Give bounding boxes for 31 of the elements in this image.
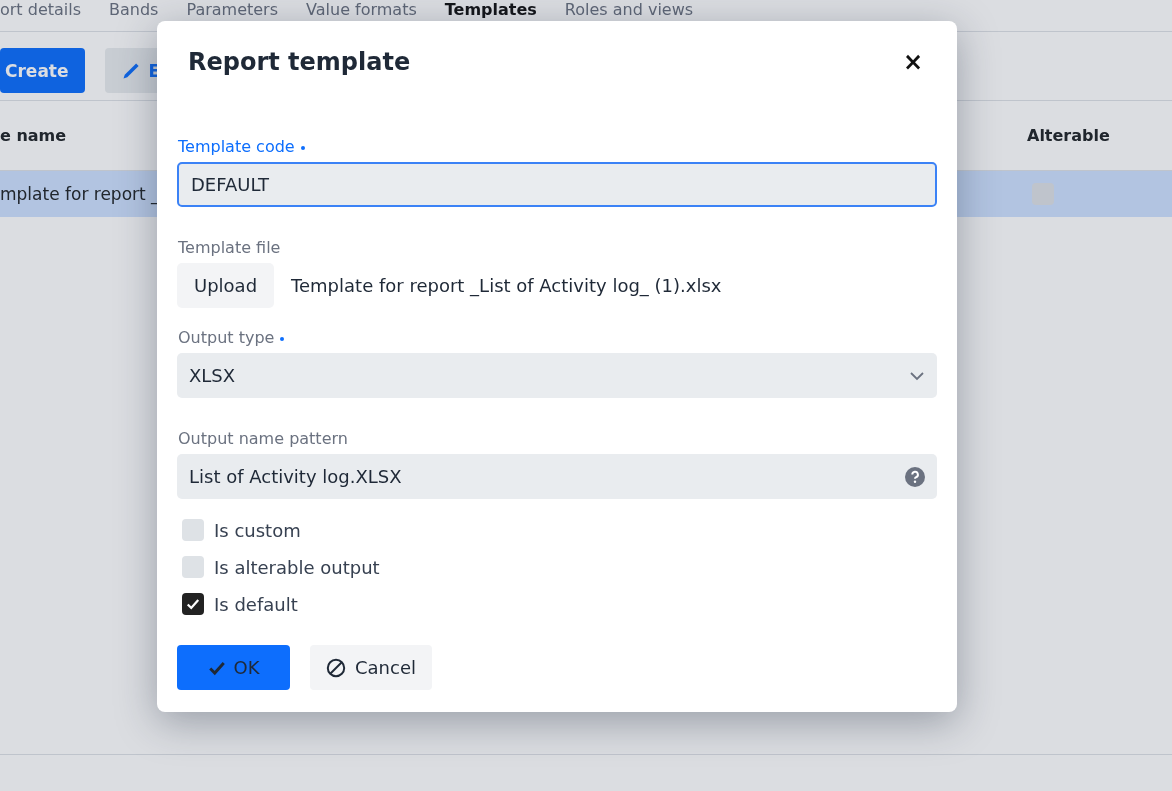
cancel-button[interactable]: Cancel	[310, 645, 432, 690]
check-icon	[186, 597, 200, 611]
prohibited-icon	[326, 657, 346, 678]
field-label: Output name pattern	[178, 429, 349, 448]
checkbox-label: Is default	[214, 593, 298, 615]
field-label: Template code	[178, 137, 937, 156]
chevron-down-icon	[909, 370, 925, 381]
file-name: Template for report _List of Activity log_ (1).xlsx	[291, 275, 722, 296]
field-label: Template file	[178, 238, 282, 257]
help-icon	[905, 466, 925, 487]
tab[interactable]: Parameters	[172, 0, 293, 20]
tab[interactable]: Value formats	[292, 0, 431, 20]
checkbox[interactable]	[182, 556, 204, 578]
close-button[interactable]: ×	[898, 50, 927, 74]
tab[interactable]: ort details	[0, 0, 96, 20]
checkbox[interactable]	[182, 593, 204, 615]
input-field[interactable]: DEFAULT	[177, 162, 937, 207]
upload-button[interactable]: Upload	[177, 263, 275, 308]
column-header: e name	[0, 126, 67, 145]
create-button[interactable]: Create	[0, 48, 85, 93]
checkbox[interactable]	[182, 519, 204, 541]
tab[interactable]: Roles and views	[550, 0, 708, 20]
select-field[interactable]: XLSX	[177, 353, 937, 398]
input-field[interactable]: List of Activity log.XLSX	[177, 454, 937, 499]
checkbox-label: Is custom	[214, 519, 301, 541]
checkbox-label: Is alterable output	[214, 556, 380, 578]
dialog-title: Report template	[188, 48, 411, 76]
column-header: Alterable	[1027, 126, 1111, 145]
tab[interactable]: Bands	[95, 0, 173, 20]
field-label: Output type	[178, 328, 937, 347]
tab[interactable]: Templates	[430, 0, 551, 20]
